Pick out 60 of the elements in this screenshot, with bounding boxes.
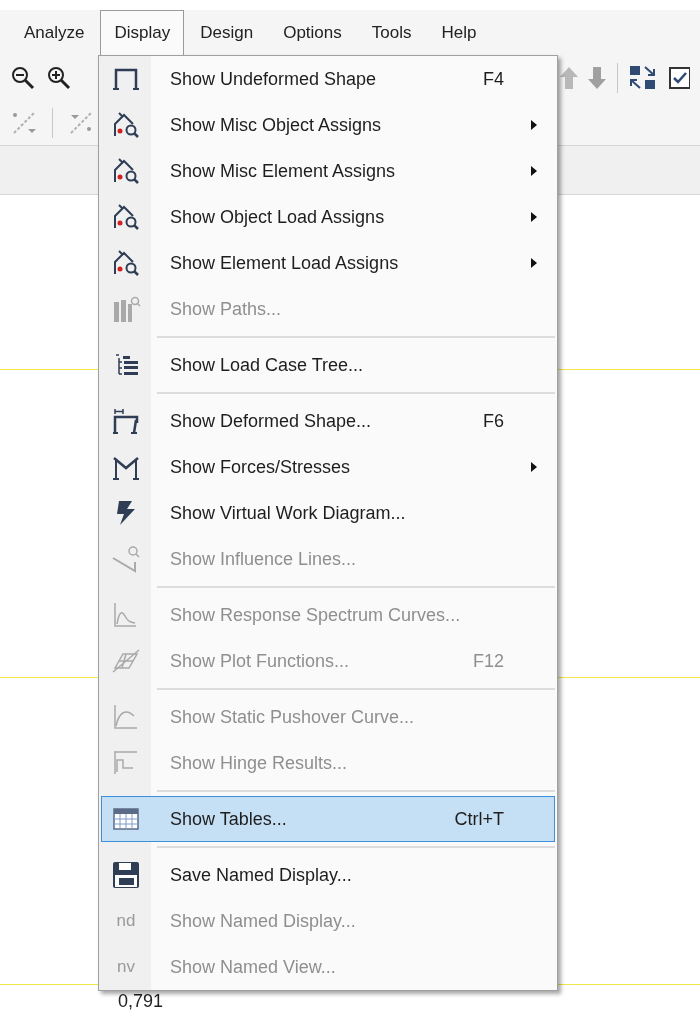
menu-item-label: Show Virtual Work Diagram...: [170, 501, 406, 525]
menu-item-label: Show Deformed Shape...: [170, 409, 372, 433]
zoom-in-icon[interactable]: [46, 64, 72, 91]
shortcut-label: F12: [472, 649, 504, 673]
menu-item[interactable]: Show Tables... Ctrl+T: [101, 796, 555, 842]
value-label: 0,791: [118, 990, 164, 1013]
submenu-arrow-icon: [530, 119, 538, 131]
house-magnifier-icon: [111, 248, 141, 278]
icon-label: nv: [117, 956, 135, 979]
menu-item[interactable]: Show Deformed Shape... F6: [101, 398, 555, 444]
menu-item[interactable]: Save Named Display...: [101, 852, 555, 898]
house-magnifier-icon: [111, 156, 141, 186]
menu-bar-item[interactable]: Options: [269, 10, 356, 55]
menu-item-label: Show Static Pushover Curve...: [170, 705, 415, 729]
menu-item[interactable]: Show Element Load Assigns: [101, 240, 555, 286]
menu-item-label: Show Tables...: [170, 807, 287, 831]
menu-item-label: Show Named View...: [170, 955, 336, 979]
menu-item-label: Show Paths...: [170, 297, 282, 321]
menu-item-label: Show Misc Object Assigns: [170, 113, 382, 137]
submenu-arrow-icon: [530, 257, 538, 269]
menu-item[interactable]: Show Object Load Assigns: [101, 194, 555, 240]
submenu-arrow-icon: [530, 165, 538, 177]
deformed-frame-icon: [111, 406, 141, 436]
menu-bar-item[interactable]: Analyze: [10, 10, 99, 55]
arrange-windows-icon[interactable]: [628, 63, 658, 92]
house-magnifier-icon: [111, 110, 141, 140]
zoom-out-icon[interactable]: [10, 64, 36, 91]
menu-item-label: Show Influence Lines...: [170, 547, 357, 571]
menu-item-label: Save Named Display...: [170, 863, 352, 887]
menu-bar-item[interactable]: Tools: [357, 10, 426, 55]
menu-item-label: Show Hinge Results...: [170, 751, 348, 775]
plot-grid-icon: [111, 646, 141, 676]
checkbox-icon[interactable]: [668, 64, 690, 91]
menu-item-label: Show Plot Functions...: [170, 649, 350, 673]
influence-line-icon: [111, 544, 141, 574]
menu-item[interactable]: Show Misc Element Assigns: [101, 148, 555, 194]
menu-item[interactable]: Show Undeformed Shape F4: [101, 56, 555, 102]
menu-item[interactable]: Show Misc Object Assigns: [101, 102, 555, 148]
icon-label: nd: [116, 910, 136, 933]
house-magnifier-icon: [111, 202, 141, 232]
shortcut-label: F6: [483, 409, 504, 433]
shortcut-label: F4: [483, 67, 504, 91]
menu-item-label: Show Forces/Stresses: [170, 455, 351, 479]
menu-item-label: Show Element Load Assigns: [170, 251, 399, 275]
menu-item-label: Show Response Spectrum Curves...: [170, 603, 461, 627]
menu-item-label: Show Named Display...: [170, 909, 356, 933]
submenu-arrow-icon: [530, 211, 538, 223]
menu-item-label: Show Misc Element Assigns: [170, 159, 396, 183]
menu-item-label: Show Undeformed Shape: [170, 67, 377, 91]
menu-item-label: Show Load Case Tree...: [170, 353, 364, 377]
submenu-arrow-icon: [530, 461, 538, 473]
menu-item[interactable]: Show Virtual Work Diagram...: [101, 490, 555, 536]
menu-bar-item[interactable]: Help: [427, 10, 491, 55]
menu-item[interactable]: Show Load Case Tree...: [101, 342, 555, 388]
columns-magnifier-icon: [111, 294, 141, 324]
menu-bar-item[interactable]: Display: [100, 10, 185, 55]
menu-bar-item[interactable]: Design: [186, 10, 268, 55]
menu-item-label: Show Object Load Assigns: [170, 205, 385, 229]
shortcut-label: Ctrl+T: [454, 807, 504, 831]
menu-item[interactable]: Show Forces/Stresses: [101, 444, 555, 490]
